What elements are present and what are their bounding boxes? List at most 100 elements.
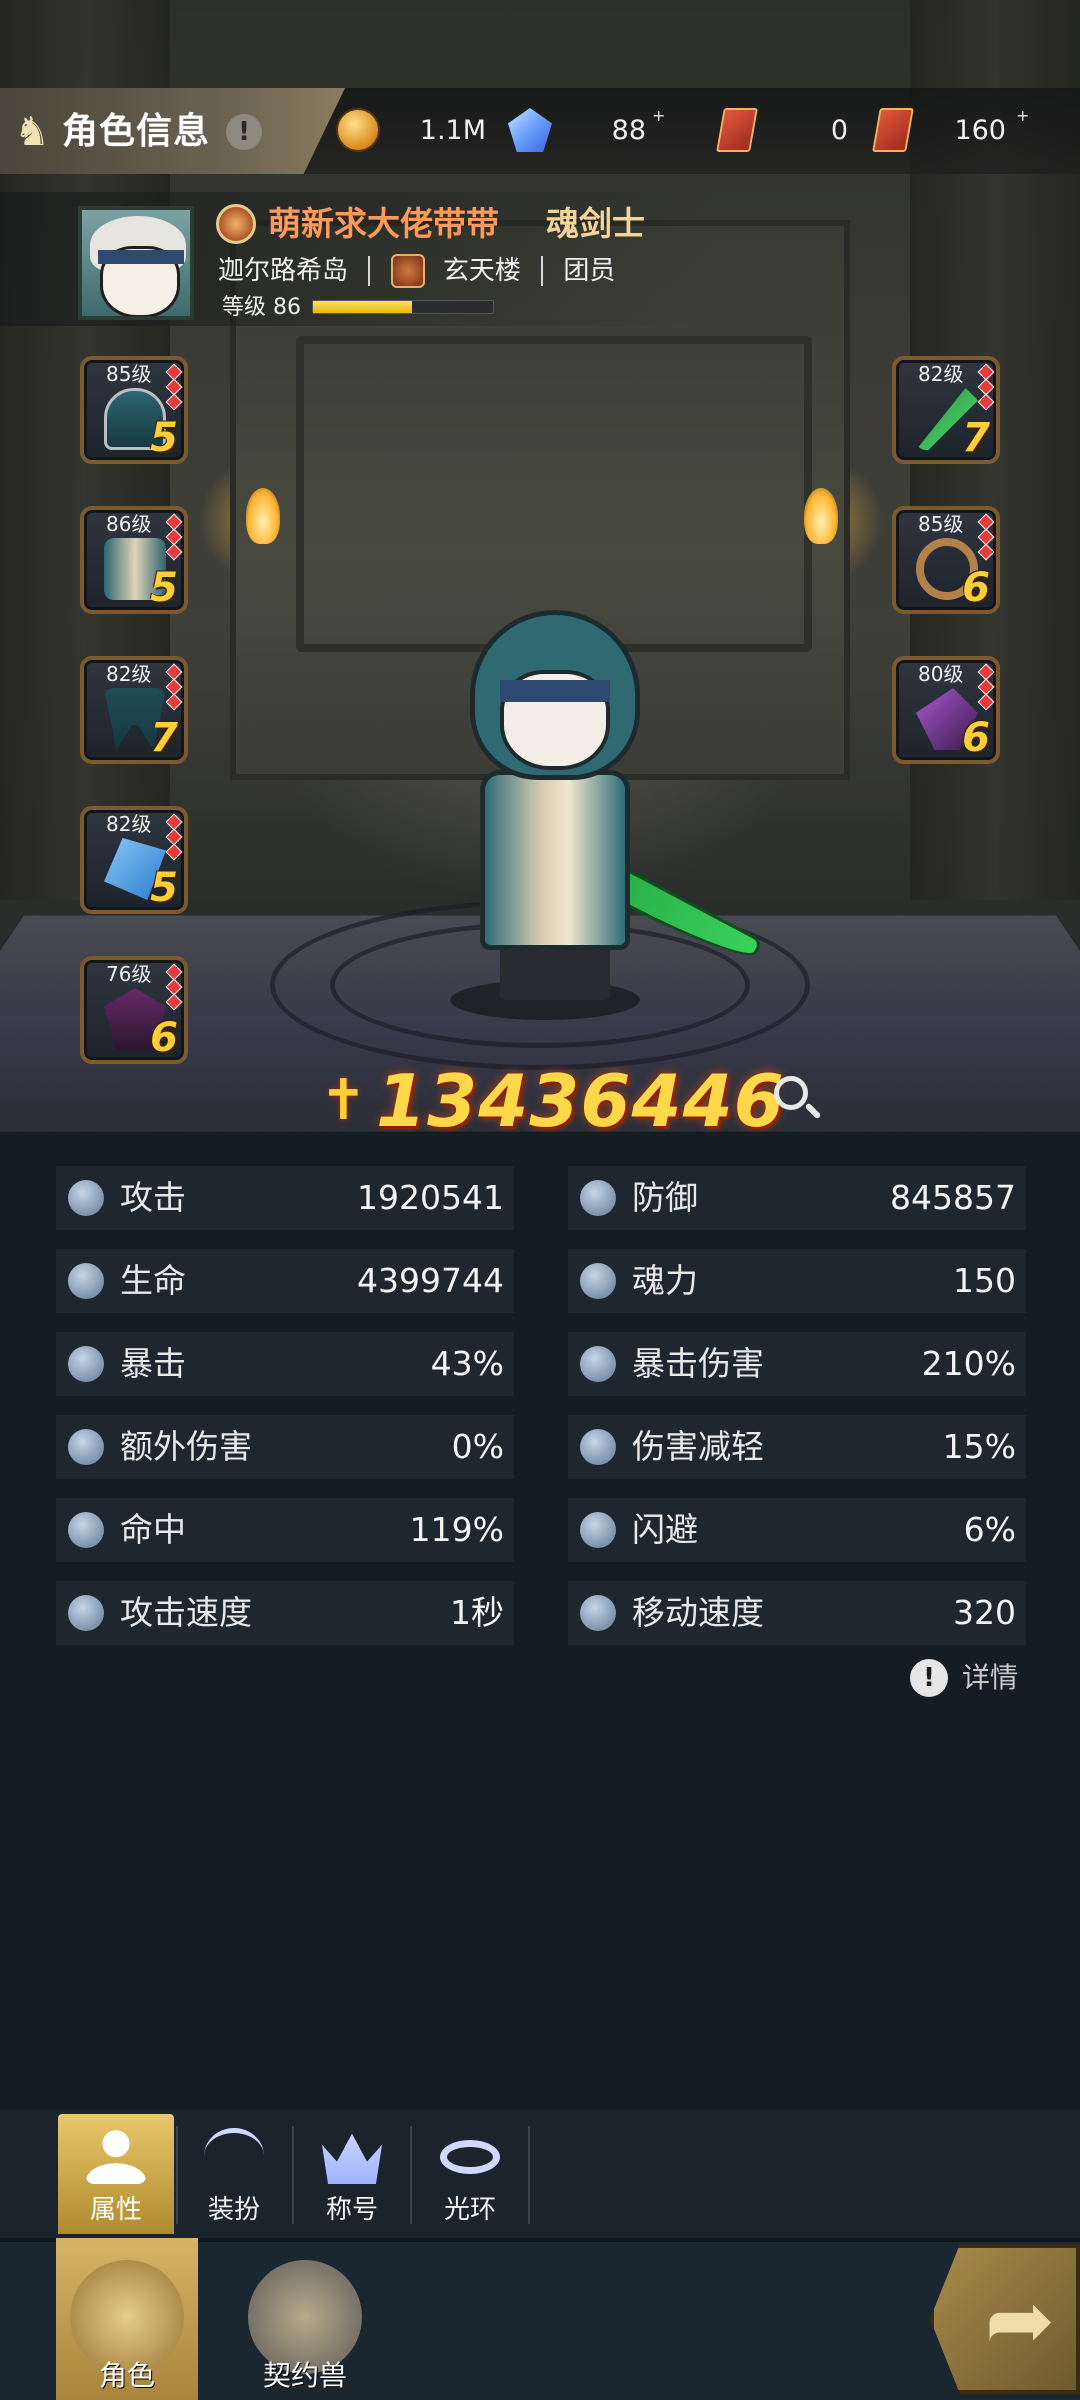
stat-label: 生命 <box>120 1261 186 1300</box>
health-icon <box>68 1263 104 1299</box>
quality-pips <box>165 363 183 411</box>
stat-row: 额外伤害 0% <box>56 1415 514 1479</box>
stat-label: 暴击 <box>120 1344 186 1383</box>
tab-label: 称号 <box>325 2195 378 2225</box>
stat-label: 防御 <box>632 1178 698 1217</box>
ticket-value-1: 0 <box>830 115 848 146</box>
divider <box>368 255 371 286</box>
paw-icon <box>248 2260 362 2374</box>
ticket-resource-1: 0 <box>716 106 848 156</box>
guild-role: 团员 <box>563 255 616 286</box>
equip-star-count: 5 <box>150 415 178 461</box>
stat-row: 防御 845857 <box>568 1166 1026 1230</box>
equip-slot-cape[interactable]: 76级 6 <box>80 956 188 1064</box>
rank-badge-icon <box>216 204 256 244</box>
tab-outfit[interactable]: 装扮 <box>176 2114 292 2234</box>
stat-row: 攻击速度 1秒 <box>56 1581 514 1645</box>
divider <box>541 255 544 286</box>
equip-slot-armor[interactable]: 85级 5 <box>80 356 188 464</box>
gold-value: 1.1M <box>419 115 486 146</box>
equip-slot-weapon[interactable]: 82级 7 <box>892 356 1000 464</box>
dodge-icon <box>580 1512 616 1548</box>
stat-row: 伤害减轻 15% <box>568 1415 1026 1479</box>
combat-power-icon: ✝ <box>320 1068 367 1133</box>
level-progress-fill <box>313 301 412 313</box>
accuracy-icon <box>68 1512 104 1548</box>
quality-pips <box>977 513 995 561</box>
extra-damage-icon <box>68 1429 104 1465</box>
add-ticket-button[interactable]: + <box>1016 106 1029 156</box>
nav-label: 角色 <box>98 2359 155 2392</box>
attack-icon <box>68 1180 104 1216</box>
search-icon-handle <box>804 1102 822 1120</box>
nav-pet[interactable]: 契约兽 <box>234 2238 376 2400</box>
stat-label: 额外伤害 <box>120 1427 252 1466</box>
add-diamond-button[interactable]: + <box>652 106 665 156</box>
nav-character[interactable]: 角色 <box>56 2238 198 2400</box>
stat-label: 移动速度 <box>632 1593 764 1632</box>
guild-icon <box>390 253 425 288</box>
stat-label: 暴击伤害 <box>632 1344 764 1383</box>
move-speed-icon <box>580 1595 616 1631</box>
stat-label: 攻击 <box>120 1178 186 1217</box>
quality-pips <box>165 963 183 1011</box>
red-ticket-icon <box>872 108 914 152</box>
equip-slot-legs[interactable]: 82级 7 <box>80 656 188 764</box>
equip-star-count: 6 <box>962 565 990 611</box>
equip-slot-gauntlet[interactable]: 82级 5 <box>80 806 188 914</box>
stat-value: 119% <box>409 1510 504 1549</box>
ticket-resource-2: 160 <box>872 106 1006 156</box>
tab-label: 装扮 <box>207 2195 260 2225</box>
character-headband <box>500 680 610 702</box>
tab-title[interactable]: 称号 <box>294 2114 410 2234</box>
person-icon <box>86 2128 146 2184</box>
equip-slot-ring[interactable]: 85级 6 <box>892 506 1000 614</box>
stat-label: 攻击速度 <box>120 1593 252 1632</box>
tab-attributes[interactable]: 属性 <box>58 2114 174 2234</box>
equip-star-count: 7 <box>962 415 990 461</box>
equip-level: 86级 <box>106 512 152 536</box>
avatar-headband <box>98 250 184 264</box>
equip-star-count: 6 <box>962 715 990 761</box>
level-progress-bar <box>312 300 494 314</box>
stat-label: 伤害减轻 <box>632 1427 764 1466</box>
character-icon <box>70 2260 184 2374</box>
stat-row: 攻击 1920541 <box>56 1166 514 1230</box>
stat-value: 150 <box>953 1261 1016 1300</box>
help-icon[interactable]: ! <box>226 114 262 150</box>
quality-pips <box>977 663 995 711</box>
player-class: 魂剑士 <box>546 204 645 243</box>
quality-pips <box>165 513 183 561</box>
gold-resource: 1.1M <box>336 106 486 156</box>
stat-label: 魂力 <box>632 1261 698 1300</box>
soul-power-icon <box>580 1263 616 1299</box>
share-arrow-icon: ➦ <box>984 2271 1056 2369</box>
torch-flame-left <box>246 488 280 544</box>
crit-damage-icon <box>580 1346 616 1382</box>
search-button[interactable] <box>770 1072 824 1126</box>
quality-pips <box>165 813 183 861</box>
avatar[interactable] <box>78 206 194 320</box>
equip-level: 85级 <box>106 362 152 386</box>
equip-star-count: 7 <box>150 715 178 761</box>
details-label: 详情 <box>962 1661 1019 1694</box>
nav-label: 契约兽 <box>262 2359 347 2392</box>
stat-value: 0% <box>451 1427 504 1466</box>
stat-value: 320 <box>953 1593 1016 1632</box>
equip-slot-robe[interactable]: 86级 5 <box>80 506 188 614</box>
server-name: 迦尔路希岛 <box>218 255 349 286</box>
stat-value: 1920541 <box>357 1178 504 1217</box>
stat-value: 4399744 <box>357 1261 504 1300</box>
stat-value: 43% <box>430 1344 504 1383</box>
player-name: 萌新求大佬带带 <box>268 204 499 243</box>
character-model[interactable] <box>380 580 764 1050</box>
guild-name[interactable]: 玄天楼 <box>443 251 521 291</box>
page-title: 角色信息 <box>62 111 211 152</box>
hanger-icon <box>204 2128 264 2184</box>
equip-slot-necklace[interactable]: 80级 6 <box>892 656 1000 764</box>
tab-aura[interactable]: 光环 <box>412 2114 528 2234</box>
stat-value: 1秒 <box>450 1593 504 1632</box>
stat-row: 暴击伤害 210% <box>568 1332 1026 1396</box>
divider <box>528 2126 530 2224</box>
torch-flame-right <box>804 488 838 544</box>
